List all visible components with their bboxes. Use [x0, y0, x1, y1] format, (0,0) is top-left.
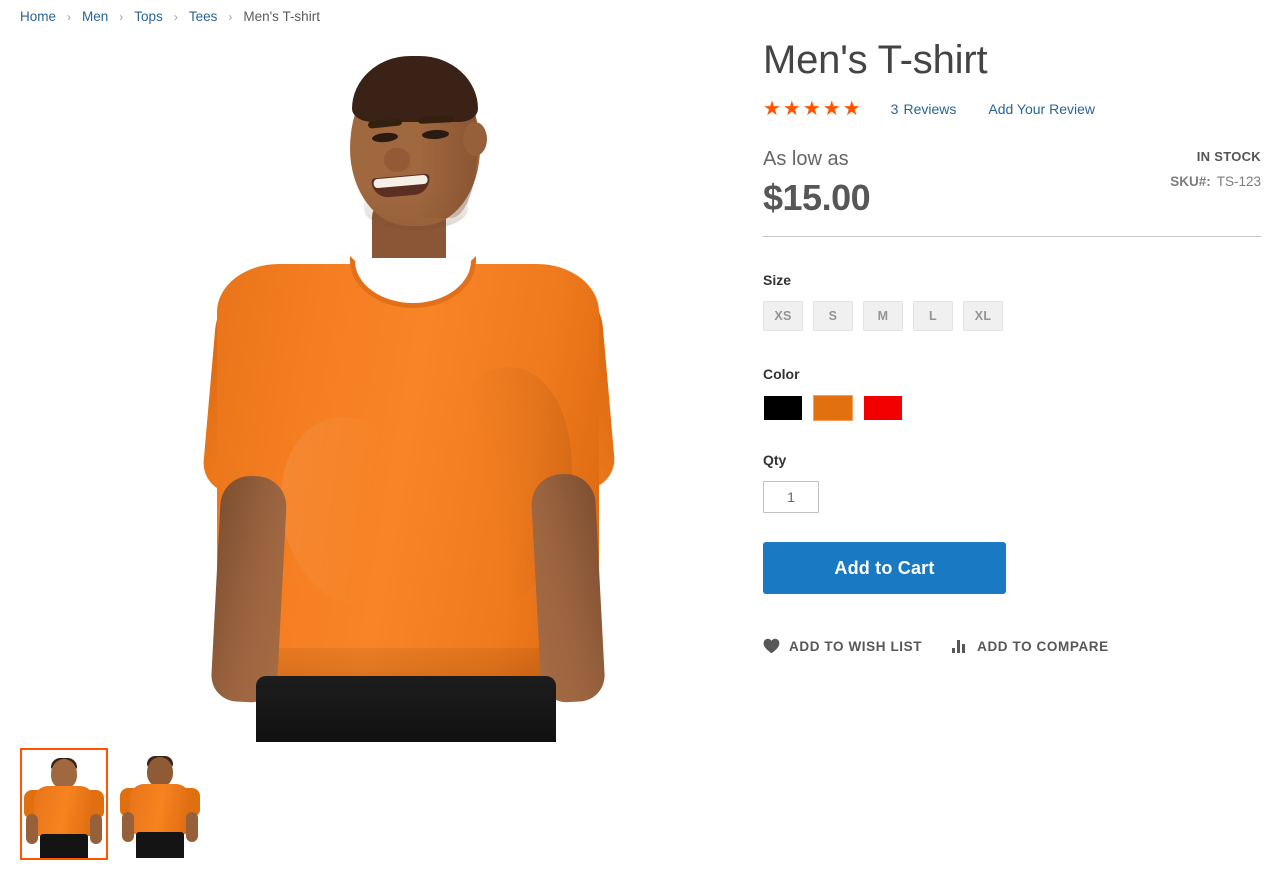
thumbnail-back[interactable] [116, 748, 204, 860]
add-to-cart-button[interactable]: Add to Cart [763, 542, 1006, 594]
size-label: Size [763, 272, 792, 288]
chevron-right-icon: › [228, 10, 233, 24]
model-nose [384, 148, 410, 172]
product-info: Men's T-shirt ★★★★★ 3 Reviews Add Your Re… [763, 36, 1261, 654]
thumb-arm-left [122, 812, 134, 842]
thumbnail-back-art [116, 748, 204, 860]
thumb-arm-right [186, 812, 198, 842]
divider [763, 236, 1261, 237]
sku-value: TS-123 [1216, 174, 1261, 189]
model-ear [463, 122, 487, 156]
reviews-count: 3 [890, 101, 899, 117]
product-photo-illustration [20, 36, 720, 742]
thumb-arm-left [26, 814, 38, 844]
stock-sku-block: IN STOCK SKU#: TS-123 [1170, 148, 1261, 191]
breadcrumb-item-tops[interactable]: Tops [134, 8, 163, 26]
star-rating-icon: ★★★★★ [763, 98, 863, 120]
compare-bars-icon [952, 639, 968, 653]
reviews-label: Reviews [903, 101, 957, 117]
color-swatch-black[interactable] [763, 395, 803, 421]
option-group-color: Color [763, 365, 1261, 421]
model-arm-right [530, 472, 606, 704]
thumbnail-front-art [22, 750, 106, 858]
status-badge: IN STOCK [1196, 149, 1261, 164]
model-chin-shading [364, 186, 468, 230]
add-to-compare-label: Add to Compare [977, 638, 1109, 654]
product-detail-page: Home › Men › Tops › Tees › Men's T-shirt [0, 0, 1272, 876]
option-group-size: Size XS S M L XL [763, 271, 1261, 331]
add-review-link[interactable]: Add Your Review [988, 101, 1095, 117]
model-arm-left [210, 474, 288, 704]
size-swatch-s[interactable]: S [813, 301, 853, 331]
color-swatch-red[interactable] [863, 395, 903, 421]
breadcrumb-item-men[interactable]: Men [82, 8, 108, 26]
color-swatch-row [763, 395, 1261, 421]
thumb-head [51, 759, 77, 789]
color-label: Color [763, 366, 800, 382]
breadcrumb-item-current: Men's T-shirt [243, 9, 320, 24]
add-to-wishlist-link[interactable]: Add to Wish List [763, 638, 922, 654]
thumb-shorts [136, 832, 184, 858]
thumb-shorts [40, 834, 88, 858]
sku-label: SKU#: [1170, 174, 1211, 189]
page-title: Men's T-shirt [763, 38, 988, 82]
size-swatch-row: XS S M L XL [763, 301, 1261, 331]
breadcrumb-item-tees[interactable]: Tees [189, 8, 218, 26]
product-gallery [20, 36, 720, 862]
thumbnail-front[interactable] [20, 748, 108, 860]
model-shorts [256, 676, 556, 742]
qty-group: Qty [763, 451, 1261, 513]
secondary-actions: Add to Wish List Add to Compare [763, 638, 1261, 654]
chevron-right-icon: › [173, 10, 178, 24]
rating-summary: ★★★★★ 3 Reviews Add Your Review [763, 98, 1261, 120]
sku: SKU#: TS-123 [1170, 173, 1261, 191]
reviews-link[interactable]: 3 Reviews [891, 101, 957, 117]
size-swatch-xs[interactable]: XS [763, 301, 803, 331]
breadcrumb-item-home[interactable]: Home [20, 8, 56, 26]
color-swatch-orange[interactable] [813, 395, 853, 421]
price-block: As low as $15.00 IN STOCK SKU#: TS-123 [763, 146, 1261, 220]
thumb-head [147, 757, 173, 787]
thumbnail-strip [20, 748, 204, 860]
main-product-image[interactable] [20, 36, 720, 742]
size-swatch-l[interactable]: L [913, 301, 953, 331]
add-to-wishlist-label: Add to Wish List [789, 638, 923, 654]
heart-icon [763, 638, 780, 654]
add-to-compare-link[interactable]: Add to Compare [952, 639, 1109, 654]
size-swatch-m[interactable]: M [863, 301, 903, 331]
breadcrumb: Home › Men › Tops › Tees › Men's T-shirt [20, 8, 320, 26]
thumb-shirt [34, 786, 94, 836]
chevron-right-icon: › [119, 10, 124, 24]
quantity-input[interactable] [763, 481, 819, 513]
thumb-arm-right [90, 814, 102, 844]
size-swatch-xl[interactable]: XL [963, 301, 1003, 331]
thumb-shirt [130, 784, 190, 834]
qty-label: Qty [763, 452, 787, 468]
model-hair [352, 56, 478, 122]
chevron-right-icon: › [67, 10, 72, 24]
